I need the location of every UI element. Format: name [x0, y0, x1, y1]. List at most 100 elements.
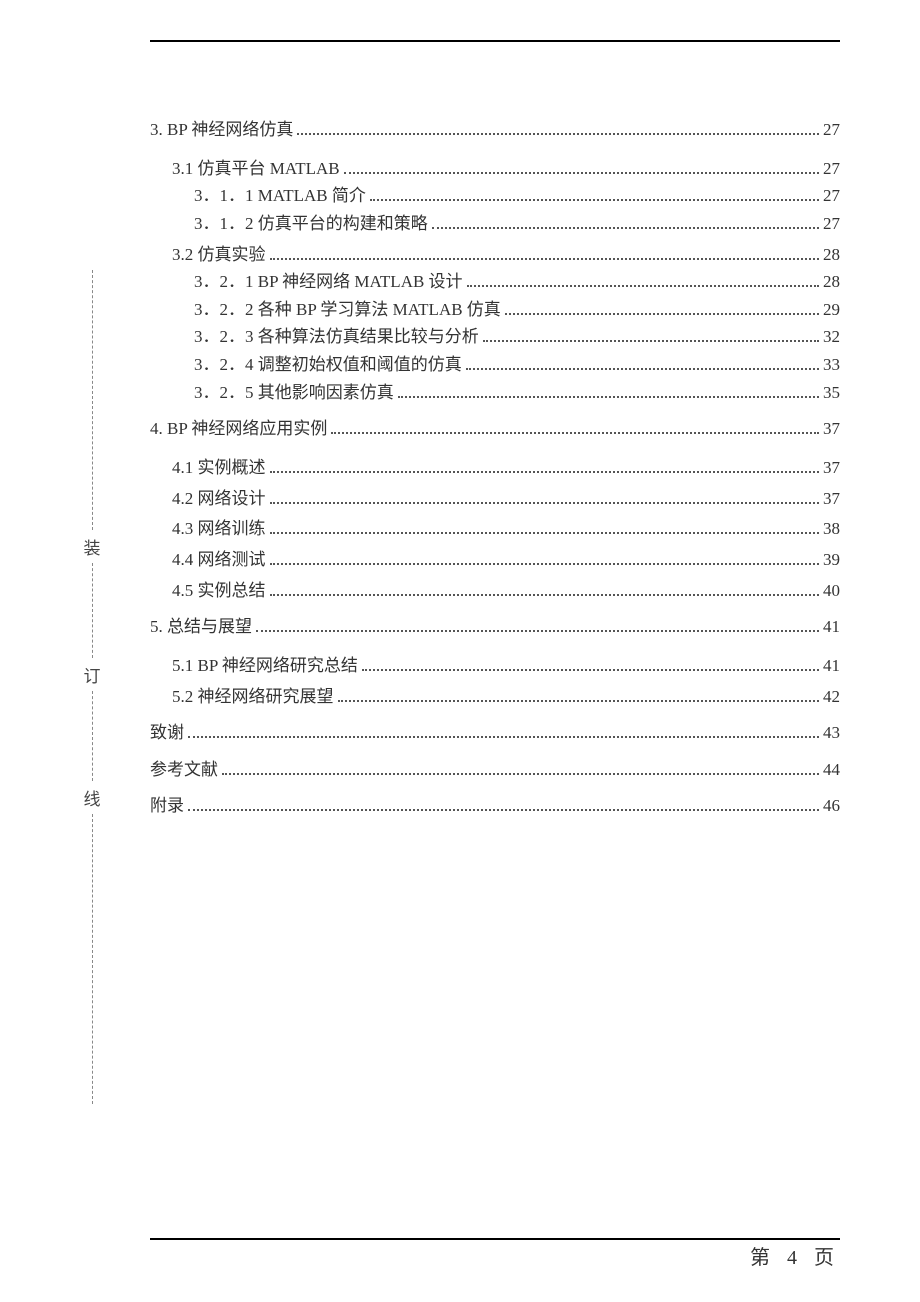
toc-item-5-2: 5.2 神经网络研究展望 42 — [150, 685, 840, 710]
footer-page-number: 4 — [787, 1247, 803, 1269]
toc-title: 4.2 网络设计 — [172, 487, 266, 512]
toc-page: 39 — [823, 548, 840, 573]
toc-leader — [270, 490, 820, 504]
toc-leader — [344, 160, 819, 174]
toc-item-3-2-3: 3．2．3 各种算法仿真结果比较与分析 32 — [150, 325, 840, 350]
toc-item-4-1: 4.1 实例概述 37 — [150, 456, 840, 481]
toc-title: 3．2．1 BP 神经网络 MATLAB 设计 — [194, 270, 463, 295]
footer-page-prefix: 第 — [750, 1247, 776, 1269]
page-footer: 第 4 页 — [750, 1241, 840, 1270]
toc-leader — [362, 657, 819, 671]
toc-leader — [188, 798, 819, 812]
toc-item-3-1-1: 3．1．1 MATLAB 简介 27 — [150, 184, 840, 209]
table-of-contents: 3. BP 神经网络仿真 27 3.1 仿真平台 MATLAB 27 3．1．1… — [150, 42, 840, 819]
toc-title: 4. BP 神经网络应用实例 — [150, 417, 327, 442]
toc-leader — [222, 761, 819, 775]
toc-title: 4.5 实例总结 — [172, 579, 266, 604]
toc-item-3-2: 3.2 仿真实验 28 — [150, 243, 840, 268]
toc-leader — [270, 521, 820, 535]
toc-title: 5.1 BP 神经网络研究总结 — [172, 654, 358, 679]
toc-item-3-2-2: 3．2．2 各种 BP 学习算法 MATLAB 仿真 29 — [150, 298, 840, 323]
toc-item-3-2-4: 3．2．4 调整初始权值和阈值的仿真 33 — [150, 353, 840, 378]
toc-title: 5. 总结与展望 — [150, 615, 252, 640]
toc-item-ch3: 3. BP 神经网络仿真 27 — [150, 118, 840, 143]
toc-item-4-3: 4.3 网络训练 38 — [150, 517, 840, 542]
toc-page: 27 — [823, 184, 840, 209]
toc-title: 3.2 仿真实验 — [172, 243, 266, 268]
toc-title: 致谢 — [150, 721, 184, 746]
toc-title: 3．2．5 其他影响因素仿真 — [194, 381, 394, 406]
toc-leader — [467, 274, 819, 288]
toc-leader — [370, 188, 819, 202]
toc-item-references: 参考文献 44 — [150, 758, 840, 783]
binding-dash — [92, 270, 93, 530]
toc-item-4-2: 4.2 网络设计 37 — [150, 487, 840, 512]
toc-item-3-2-5: 3．2．5 其他影响因素仿真 35 — [150, 381, 840, 406]
toc-title: 3．2．2 各种 BP 学习算法 MATLAB 仿真 — [194, 298, 501, 323]
document-page: 3. BP 神经网络仿真 27 3.1 仿真平台 MATLAB 27 3．1．1… — [150, 40, 840, 1240]
footer-page-suffix: 页 — [814, 1247, 840, 1269]
toc-leader — [505, 301, 819, 315]
toc-page: 28 — [823, 243, 840, 268]
toc-page: 27 — [823, 212, 840, 237]
toc-page: 43 — [823, 721, 840, 746]
toc-page: 32 — [823, 325, 840, 350]
toc-page: 35 — [823, 381, 840, 406]
toc-page: 42 — [823, 685, 840, 710]
binding-char-ding: 订 — [82, 658, 102, 691]
toc-leader — [331, 421, 819, 435]
toc-page: 38 — [823, 517, 840, 542]
toc-title: 3. BP 神经网络仿真 — [150, 118, 293, 143]
toc-item-3-1-2: 3．1．2 仿真平台的构建和策略 27 — [150, 212, 840, 237]
toc-page: 40 — [823, 579, 840, 604]
toc-item-ch4: 4. BP 神经网络应用实例 37 — [150, 417, 840, 442]
toc-page: 41 — [823, 615, 840, 640]
toc-leader — [270, 582, 820, 596]
toc-item-acknowledgements: 致谢 43 — [150, 721, 840, 746]
toc-leader — [270, 551, 820, 565]
toc-title: 参考文献 — [150, 758, 218, 783]
toc-leader — [466, 357, 819, 371]
toc-item-3-2-1: 3．2．1 BP 神经网络 MATLAB 设计 28 — [150, 270, 840, 295]
toc-title: 4.4 网络测试 — [172, 548, 266, 573]
toc-leader — [432, 215, 819, 229]
toc-title: 3．1．1 MATLAB 简介 — [194, 184, 366, 209]
binding-dash — [92, 691, 93, 781]
toc-page: 27 — [823, 118, 840, 143]
toc-page: 46 — [823, 794, 840, 819]
toc-item-4-5: 4.5 实例总结 40 — [150, 579, 840, 604]
toc-title: 3．2．3 各种算法仿真结果比较与分析 — [194, 325, 479, 350]
binding-margin: 装 订 线 — [82, 270, 102, 1090]
toc-title: 3．1．2 仿真平台的构建和策略 — [194, 212, 428, 237]
toc-title: 附录 — [150, 794, 184, 819]
toc-page: 33 — [823, 353, 840, 378]
toc-page: 29 — [823, 298, 840, 323]
toc-page: 44 — [823, 758, 840, 783]
toc-page: 37 — [823, 456, 840, 481]
toc-title: 4.3 网络训练 — [172, 517, 266, 542]
toc-title: 5.2 神经网络研究展望 — [172, 685, 334, 710]
binding-dash — [92, 814, 93, 1104]
binding-char-xian: 线 — [82, 781, 102, 814]
toc-item-appendix: 附录 46 — [150, 794, 840, 819]
toc-leader — [188, 725, 819, 739]
toc-leader — [338, 688, 820, 702]
binding-dash — [92, 563, 93, 658]
toc-item-3-1: 3.1 仿真平台 MATLAB 27 — [150, 157, 840, 182]
toc-item-4-4: 4.4 网络测试 39 — [150, 548, 840, 573]
toc-page: 28 — [823, 270, 840, 295]
binding-char-zhuang: 装 — [82, 530, 102, 563]
toc-page: 37 — [823, 487, 840, 512]
toc-title: 4.1 实例概述 — [172, 456, 266, 481]
toc-leader — [483, 329, 819, 343]
toc-title: 3.1 仿真平台 MATLAB — [172, 157, 340, 182]
toc-page: 37 — [823, 417, 840, 442]
toc-leader — [398, 384, 819, 398]
toc-leader — [270, 459, 820, 473]
toc-leader — [256, 619, 819, 633]
toc-item-5-1: 5.1 BP 神经网络研究总结 41 — [150, 654, 840, 679]
toc-page: 27 — [823, 157, 840, 182]
toc-page: 41 — [823, 654, 840, 679]
toc-item-ch5: 5. 总结与展望 41 — [150, 615, 840, 640]
toc-title: 3．2．4 调整初始权值和阈值的仿真 — [194, 353, 462, 378]
